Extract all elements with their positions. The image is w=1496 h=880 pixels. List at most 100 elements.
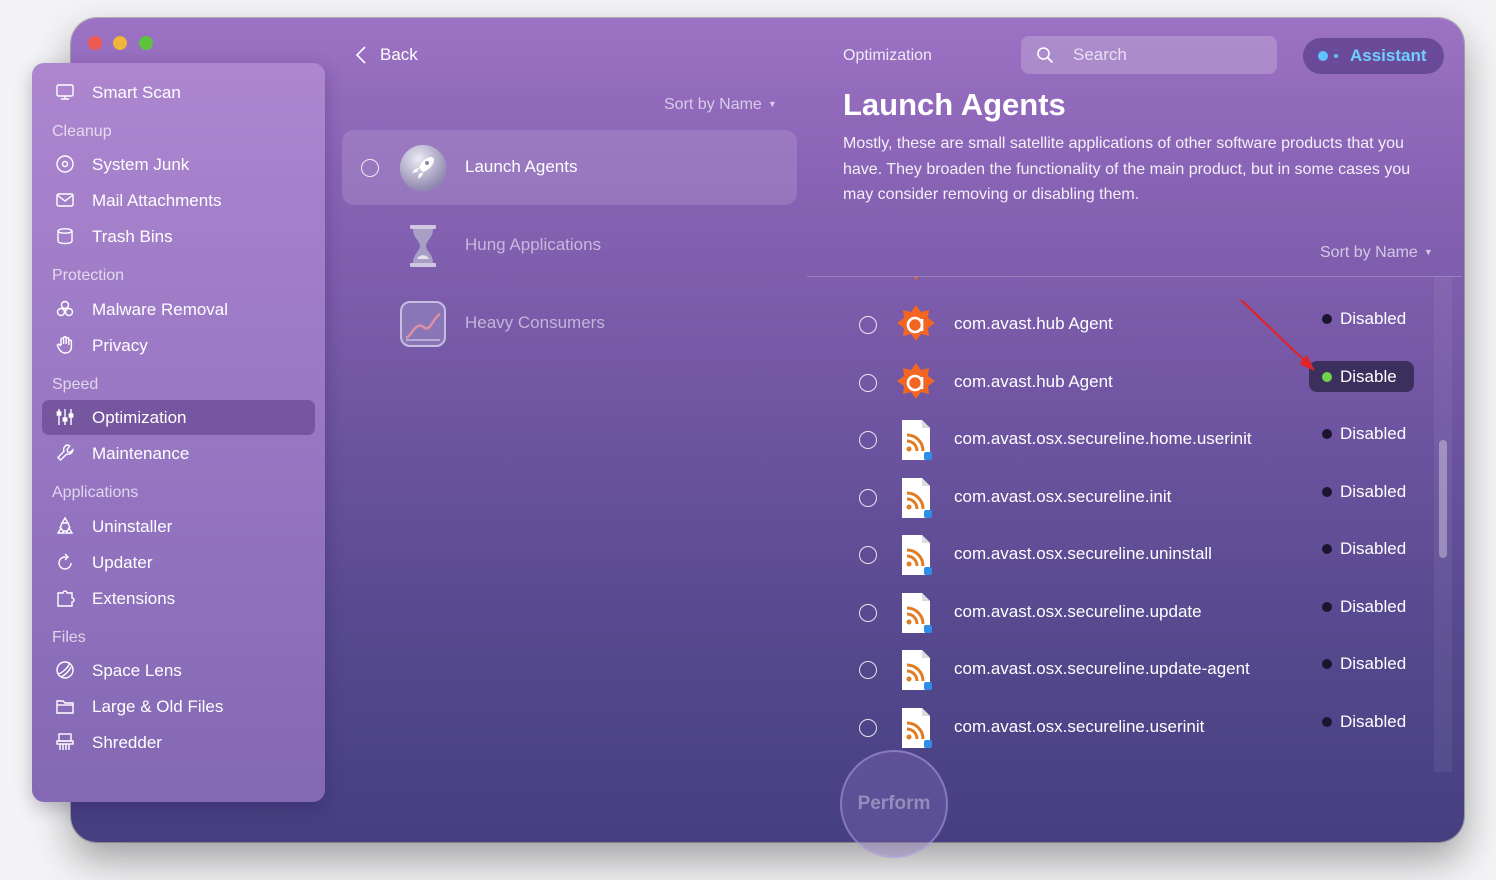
item-checkbox[interactable]: [859, 604, 877, 622]
puzzle-icon: [54, 587, 76, 609]
item-checkbox[interactable]: [859, 374, 877, 392]
status-toggle[interactable]: Disabled: [1309, 418, 1414, 449]
list-item[interactable]: com.avast.osx.secureline.userinit Disabl…: [808, 700, 1433, 756]
disc-icon: [54, 153, 76, 175]
sidebar-item-trash-bins[interactable]: Trash Bins: [42, 219, 315, 254]
sliders-icon: [54, 406, 76, 428]
assistant-button[interactable]: Assistant: [1303, 38, 1444, 74]
status-dot-icon: [1322, 658, 1332, 669]
envelope-icon: [54, 189, 76, 211]
hourglass-icon: [399, 222, 447, 270]
back-button[interactable]: Back: [354, 44, 418, 66]
apps-icon: [54, 515, 76, 537]
perform-button[interactable]: Perform: [840, 750, 948, 858]
annotation-arrow-icon: [1240, 299, 1315, 371]
sidebar-item-maintenance[interactable]: Maintenance: [42, 436, 315, 471]
sidebar-section-speed: Speed: [52, 376, 99, 393]
status-toggle[interactable]: Disabled: [1309, 476, 1414, 507]
chart-icon: [399, 300, 447, 348]
list-item[interactable]: com.avast.hub Agent Disable: [808, 355, 1433, 411]
lens-icon: [54, 659, 76, 681]
status-toggle[interactable]: Disabled: [1309, 648, 1414, 679]
status-dot-icon: [1322, 601, 1332, 612]
sidebar-item-mail-attachments[interactable]: Mail Attachments: [42, 183, 315, 218]
shredder-icon: [54, 731, 76, 753]
search-input[interactable]: Search: [1021, 36, 1277, 74]
zoom-window-button[interactable]: [139, 36, 153, 50]
monitor-icon: [54, 81, 76, 103]
folder-icon: [54, 695, 76, 717]
avast-icon: [894, 303, 938, 347]
item-checkbox[interactable]: [859, 431, 877, 449]
category-hung-applications[interactable]: Hung Applications: [342, 208, 797, 283]
status-dot-icon: [1322, 716, 1332, 727]
category-heavy-consumers[interactable]: Heavy Consumers: [342, 286, 797, 361]
sidebar-item-shredder[interactable]: Shredder: [42, 725, 315, 760]
sidebar-item-updater[interactable]: Updater: [42, 545, 315, 580]
sidebar-item-malware-removal[interactable]: Malware Removal: [42, 292, 315, 327]
rss-doc-icon: [894, 706, 938, 750]
item-checkbox[interactable]: [859, 661, 877, 679]
item-checkbox[interactable]: [859, 316, 877, 334]
biohazard-icon: [54, 298, 76, 320]
assistant-dot-icon: [1318, 51, 1328, 61]
sidebar-item-extensions[interactable]: Extensions: [42, 581, 315, 616]
category-label: Launch Agents: [465, 157, 578, 176]
item-name: com.avast.osx.secureline.userinit: [954, 717, 1205, 736]
rocket-icon: [399, 144, 447, 192]
back-label: Back: [380, 45, 418, 64]
list-item[interactable]: com.avast.hub Agent Disabled: [808, 297, 1433, 353]
chevron-left-icon: [355, 46, 366, 64]
list-item[interactable]: com.avast.osx.secureline.update-agent Di…: [808, 642, 1433, 698]
item-checkbox[interactable]: [859, 719, 877, 737]
sidebar-section-files: Files: [52, 629, 86, 646]
rss-doc-icon: [894, 648, 938, 692]
sidebar-item-label: Mail Attachments: [92, 190, 222, 210]
sidebar-item-label: Maintenance: [92, 443, 190, 463]
sidebar-item-privacy[interactable]: Privacy: [42, 328, 315, 363]
list-item[interactable]: com.avast.osx.secureline.home.userinit D…: [808, 412, 1433, 468]
sidebar-item-label: Malware Removal: [92, 299, 229, 319]
list-item[interactable]: com.avast.osx.secureline.uninstall Disab…: [808, 527, 1433, 583]
status-dot-icon: [1322, 428, 1332, 439]
sidebar-item-smart-scan[interactable]: Smart Scan: [42, 75, 315, 110]
sidebar-section-protection: Protection: [52, 267, 125, 284]
sort-by-name-dropdown[interactable]: Sort by Name ▼: [1320, 244, 1433, 262]
sidebar-item-label: Uninstaller: [92, 516, 173, 536]
list-item: [808, 277, 1433, 291]
list-item[interactable]: com.avast.osx.secureline.init Disabled: [808, 470, 1433, 526]
sidebar-item-large-old-files[interactable]: Large & Old Files: [42, 689, 315, 724]
category-checkbox[interactable]: [361, 159, 379, 177]
item-name: com.avast.osx.secureline.home.userinit: [954, 429, 1252, 448]
status-toggle[interactable]: Disabled: [1309, 533, 1414, 564]
item-name: com.avast.hub Agent: [954, 372, 1113, 391]
list-item[interactable]: com.avast.osx.secureline.update Disabled: [808, 585, 1433, 641]
rss-doc-icon: [894, 476, 938, 520]
status-toggle[interactable]: Disabled: [1309, 591, 1414, 622]
sidebar-item-label: Privacy: [92, 335, 148, 355]
item-checkbox[interactable]: [859, 546, 877, 564]
item-name: com.avast.osx.secureline.init: [954, 487, 1172, 506]
page-description: Mostly, these are small satellite applic…: [843, 135, 1411, 203]
sidebar-item-label: Large & Old Files: [92, 696, 224, 716]
sidebar-item-optimization[interactable]: Optimization: [42, 400, 315, 435]
item-checkbox[interactable]: [859, 489, 877, 507]
avast-icon: [894, 361, 938, 405]
sidebar: Smart Scan Cleanup System Junk Mail Atta…: [32, 63, 325, 802]
hand-icon: [54, 334, 76, 356]
wrench-icon: [54, 442, 76, 464]
scrollbar-thumb[interactable]: [1439, 440, 1447, 558]
avast-icon: [894, 277, 938, 285]
caret-down-icon: ▼: [767, 99, 777, 109]
sidebar-item-space-lens[interactable]: Space Lens: [42, 653, 315, 688]
sidebar-item-system-junk[interactable]: System Junk: [42, 147, 315, 182]
category-launch-agents[interactable]: Launch Agents: [342, 130, 797, 205]
sidebar-item-uninstaller[interactable]: Uninstaller: [42, 509, 315, 544]
status-toggle[interactable]: Disabled: [1309, 706, 1414, 737]
close-window-button[interactable]: [88, 36, 102, 50]
assistant-label: Assistant: [1350, 46, 1427, 65]
sort-by-name-dropdown[interactable]: Sort by Name ▼: [664, 96, 777, 114]
sidebar-item-label: Trash Bins: [92, 226, 173, 246]
status-dot-icon: [1322, 543, 1332, 554]
minimize-window-button[interactable]: [113, 36, 127, 50]
